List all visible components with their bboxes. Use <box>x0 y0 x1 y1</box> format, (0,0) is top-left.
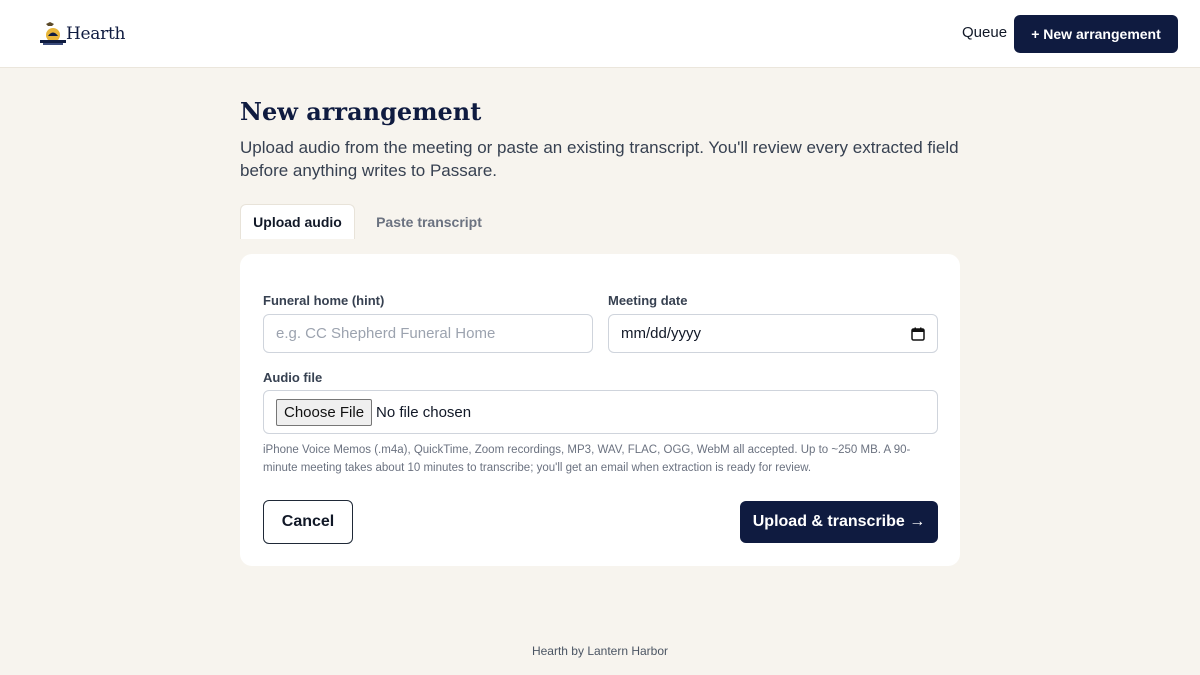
choose-file-button[interactable]: Choose File <box>276 398 373 426</box>
meeting-date-value: mm/dd/yyyy <box>621 325 702 342</box>
upload-form-card: Funeral home (hint) Meeting date mm/dd/y… <box>240 254 960 566</box>
queue-link[interactable]: Queue <box>962 24 1007 41</box>
audio-file-label: Audio file <box>263 370 323 385</box>
audio-help-text: iPhone Voice Memos (.m4a), QuickTime, Zo… <box>263 444 911 474</box>
meeting-date-input[interactable]: mm/dd/yyyy <box>608 314 938 353</box>
funeral-home-label: Funeral home (hint) <box>263 293 385 308</box>
hearth-logo-icon <box>40 22 66 45</box>
upload-transcribe-button[interactable]: Upload & transcribe → <box>740 501 938 543</box>
page-title: New arrangement <box>240 97 482 126</box>
tab-paste-transcript[interactable]: Paste transcript <box>362 204 496 239</box>
page-subtitle: Upload audio from the meeting or paste a… <box>240 138 959 180</box>
logo-text: Hearth <box>66 24 126 44</box>
tab-upload-audio[interactable]: Upload audio <box>240 204 355 239</box>
footer-text: Hearth by Lantern Harbor <box>531 644 669 658</box>
top-bar: Hearth Queue + New arrangement <box>0 0 1200 68</box>
calendar-icon[interactable] <box>911 327 925 341</box>
file-status-text: No file chosen <box>376 403 472 421</box>
meeting-date-label: Meeting date <box>608 293 688 308</box>
cancel-button[interactable]: Cancel <box>263 500 353 544</box>
new-arrangement-button[interactable]: + New arrangement <box>1014 15 1178 53</box>
funeral-home-input[interactable] <box>263 314 593 353</box>
logo[interactable]: Hearth <box>38 20 125 48</box>
audio-file-input[interactable]: Choose File No file chosen <box>263 390 938 434</box>
